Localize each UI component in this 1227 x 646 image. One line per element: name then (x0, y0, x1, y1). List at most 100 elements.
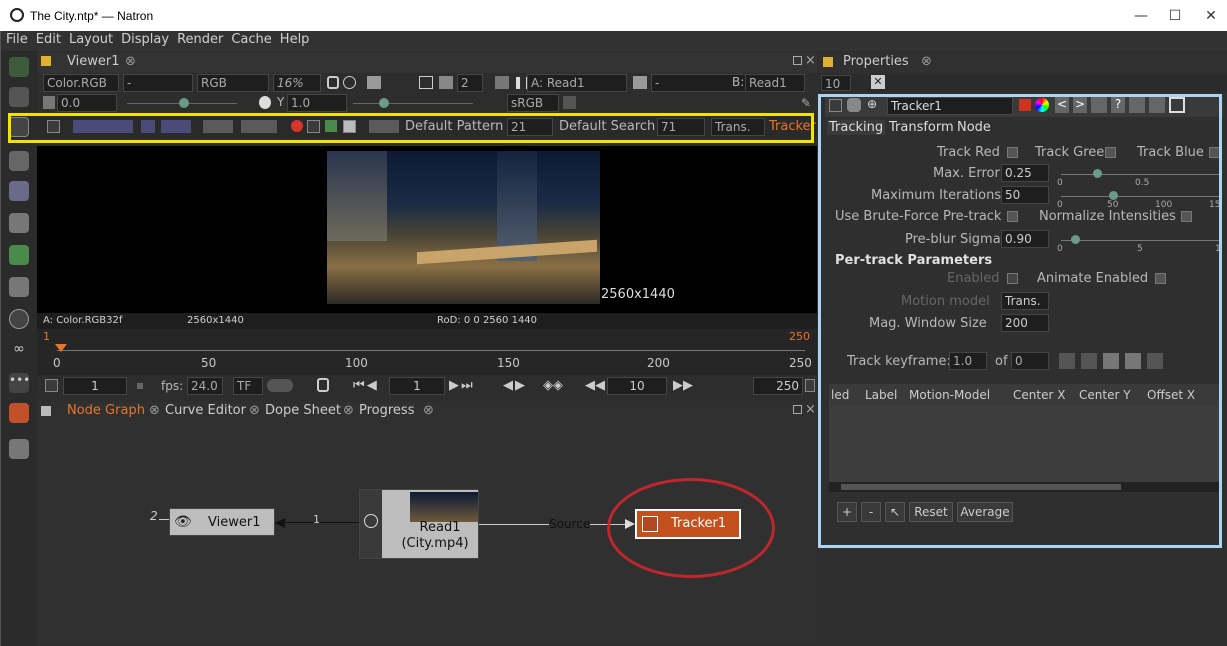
max-panels-field[interactable]: 10 (821, 75, 851, 91)
pane-menu-icon[interactable] (41, 406, 51, 416)
keyer-tool-icon[interactable] (9, 245, 29, 265)
clip-icon[interactable] (367, 76, 381, 89)
gain-field[interactable]: 0.0 (57, 94, 117, 112)
menu-help[interactable]: Help (277, 31, 313, 48)
gamma-icon[interactable] (259, 96, 271, 109)
read-node[interactable]: Read1 (City.mp4) (359, 489, 479, 559)
menu-layout[interactable]: Layout (66, 31, 116, 48)
gain-slider-handle[interactable] (179, 98, 189, 108)
alpha-select[interactable]: - (123, 74, 193, 92)
nodegraph-tab-header: Node Graph ⊗ Curve Editor ⊗ Dope Sheet ⊗… (37, 402, 817, 422)
tab-curve-editor[interactable]: Curve Editor (165, 403, 246, 418)
tab-close-icon[interactable]: ⊗ (343, 403, 354, 418)
viewer-tab[interactable]: Viewer1 (67, 54, 119, 69)
increment-field[interactable]: 10 (607, 377, 667, 395)
frame-step-buttons[interactable]: ◀▶ (503, 378, 527, 393)
out-point-field[interactable]: 250 (753, 377, 803, 395)
plugin-tool-icon[interactable] (9, 403, 29, 423)
input-a-select[interactable]: A: Read1 (527, 74, 627, 92)
playback-bar: 1 fps: 24.0 TF ⏮◀ 1 ▶⏭ ◀▶ ◈◈ ◀◀ 10 ▶▶ 25… (37, 375, 817, 397)
gamma-field[interactable]: 1.0 (287, 94, 347, 112)
channel-tool-icon[interactable] (9, 151, 29, 171)
render-icon[interactable] (495, 76, 509, 89)
read-node-label: Read1 (419, 520, 461, 535)
mipmap-select[interactable]: 2 (457, 74, 483, 92)
close-pane-icon[interactable]: × (805, 53, 816, 68)
picker-icon[interactable]: ✎ (801, 96, 811, 110)
tab-dope-sheet[interactable]: Dope Sheet (265, 403, 341, 418)
play-backward-buttons[interactable]: ⏮◀ (353, 378, 379, 393)
menu-render[interactable]: Render (174, 31, 226, 48)
play-forward-buttons[interactable]: ▶⏭ (449, 378, 475, 393)
playback-mode-icon[interactable] (267, 379, 293, 392)
colorspace-select[interactable]: sRGB (507, 94, 559, 112)
tab-progress[interactable]: Progress (359, 403, 414, 418)
timeline-ruler (57, 350, 805, 351)
filter-tool-icon[interactable] (9, 213, 29, 233)
float-pane-icon[interactable] (793, 56, 802, 65)
refresh-icon[interactable] (343, 76, 356, 89)
timeline[interactable]: 1 250 0 50 100 150 200 250 (37, 329, 817, 375)
close-pane-icon[interactable]: × (805, 402, 816, 417)
set-out-point-icon[interactable] (805, 379, 815, 392)
gamma-slider[interactable] (353, 103, 473, 104)
channels-select[interactable]: RGB (197, 74, 269, 92)
menu-bar: File Edit Layout Display Render Cache Help (1, 31, 1227, 51)
gamma-slider-handle[interactable] (379, 98, 389, 108)
tab-menu-icon[interactable] (41, 56, 51, 66)
menu-display[interactable]: Display (118, 31, 172, 48)
viewer-input-number: 2 (150, 509, 158, 523)
extra-tool-icon[interactable] (9, 439, 29, 459)
menu-edit[interactable]: Edit (33, 31, 64, 48)
fps-field[interactable]: 24.0 (187, 377, 223, 395)
wipe-icon[interactable] (633, 76, 647, 89)
skip-back-icon[interactable]: ◀◀ (585, 378, 605, 393)
tab-close-icon[interactable]: ⊗ (921, 54, 932, 69)
set-in-point-icon[interactable] (45, 379, 58, 392)
other-tools-icon[interactable]: ••• (9, 373, 30, 393)
zoom-select[interactable]: 16% (273, 74, 321, 92)
clear-panels-icon[interactable]: ✕ (871, 75, 885, 89)
keyframe-nav-buttons[interactable]: ◈◈ (543, 378, 563, 393)
viewer-tab-close-icon[interactable]: ⊗ (125, 54, 136, 69)
info-rod: RoD: 0 0 2560 1440 (437, 315, 538, 326)
timeformat-select[interactable]: TF (233, 377, 263, 395)
proxy-icon[interactable] (439, 76, 453, 89)
tab-node-graph[interactable]: Node Graph (67, 403, 145, 418)
multiview-icon[interactable]: ∞ (9, 341, 29, 361)
maximize-button[interactable]: ☐ (1160, 6, 1190, 26)
natron-window: The City.ntp* — Natron — ☐ ✕ File Edit Lay… (0, 0, 1227, 646)
tab-close-icon[interactable]: ⊗ (423, 403, 434, 418)
tab-close-icon[interactable]: ⊗ (149, 403, 160, 418)
menu-file[interactable]: File (3, 31, 31, 48)
close-button[interactable]: ✕ (1196, 6, 1226, 26)
properties-tab-header: Properties ⊗ (819, 53, 1227, 73)
fps-label: fps: (161, 379, 184, 393)
transform-node-icon[interactable] (9, 309, 29, 329)
color-tool-icon[interactable] (9, 181, 29, 201)
turbo-icon[interactable] (137, 383, 143, 389)
merge-tool-icon[interactable] (9, 277, 29, 297)
lock-range-icon[interactable] (317, 378, 329, 392)
float-pane-icon[interactable] (793, 405, 802, 414)
viewer-node[interactable]: 👁 Viewer1 (169, 508, 275, 536)
roi-icon[interactable] (419, 76, 433, 89)
transform-tool-icon[interactable] (9, 57, 29, 77)
node-graph-canvas[interactable]: 2 👁 Viewer1 1 Read1 (City.mp4) Source Tr… (37, 423, 817, 645)
gain-icon[interactable] (43, 96, 55, 109)
properties-tab[interactable]: Properties (843, 54, 909, 69)
pane-menu-icon[interactable] (823, 57, 833, 67)
skip-forward-icon[interactable]: ▶▶ (673, 378, 693, 393)
layer-select[interactable]: Color.RGB (43, 74, 119, 92)
playhead-icon[interactable] (55, 344, 67, 352)
input-b-select[interactable]: Read1 (745, 74, 805, 92)
menu-cache[interactable]: Cache (228, 31, 274, 48)
in-point-field[interactable]: 1 (63, 377, 127, 395)
paint-tool-icon[interactable] (9, 87, 29, 107)
current-frame-field[interactable]: 1 (389, 377, 445, 395)
read-node-file: (City.mp4) (401, 536, 469, 551)
tab-close-icon[interactable]: ⊗ (249, 403, 260, 418)
lock-icon[interactable] (327, 76, 339, 89)
minimize-button[interactable]: — (1126, 6, 1156, 26)
checkerboard-icon[interactable] (563, 96, 576, 109)
